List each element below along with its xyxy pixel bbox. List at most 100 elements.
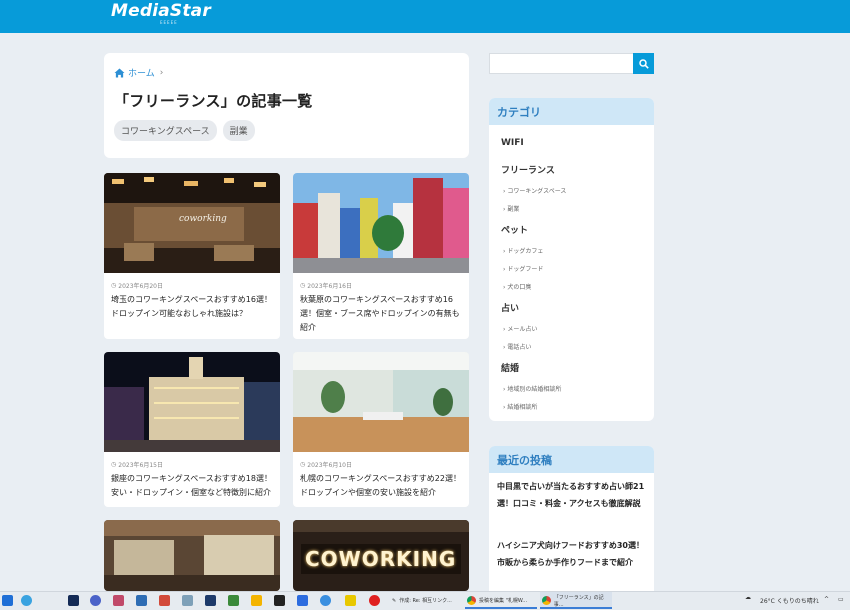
category-dog-cafe-label: ドッグカフェ [507, 248, 544, 255]
category-fortune[interactable]: 占い [501, 301, 519, 314]
article-date-text: 2023年6月15日 [118, 462, 163, 469]
svg-text:coworking: coworking [179, 214, 227, 224]
network-icon[interactable]: ▭ [838, 596, 844, 603]
category-side-job[interactable]: › 副業 [503, 204, 519, 213]
app-icon[interactable] [320, 595, 331, 606]
article-card[interactable]: ◷ 2023年6月10日 札幌のコワーキングスペースおすすめ22選！ドロップインや… [293, 352, 469, 507]
search-taskbar-icon[interactable] [21, 595, 32, 606]
category-regional-agency-label: 地域別の結婚相談所 [507, 386, 562, 393]
category-coworking[interactable]: › コワーキングスペース [503, 186, 566, 195]
clock-icon: ◷ [111, 461, 117, 468]
paint-icon[interactable] [113, 595, 124, 606]
category-widget-title: カテゴリ [489, 98, 654, 125]
app-icon[interactable] [228, 595, 239, 606]
archive-header: ホーム › 「フリーランス」の記事一覧 コワーキングスペース 副業 [104, 53, 469, 158]
mail-icon[interactable] [136, 595, 147, 606]
taskbar-task[interactable]: 投稿を編集 "札幌W... [465, 592, 537, 609]
category-mail-fortune-label: メール占い [507, 326, 538, 333]
taskbar-task-label: 投稿を編集 "札幌W... [479, 598, 528, 604]
article-card[interactable]: ◷ 2023年6月16日 秋葉原のコワーキングスペースおすすめ16選！個室・ブース… [293, 173, 469, 339]
home-icon [114, 67, 125, 78]
category-mail-fortune[interactable]: › メール占い [503, 324, 537, 333]
page-title: 「フリーランス」の記事一覧 [114, 92, 313, 110]
search-button[interactable] [633, 53, 654, 74]
article-date: ◷ 2023年6月15日 [111, 460, 163, 469]
category-dog-food-label: ドッグフード [507, 266, 544, 273]
category-regional-agency[interactable]: › 地域別の結婚相談所 [503, 384, 561, 393]
clock-icon: ◷ [300, 282, 306, 289]
category-freelance[interactable]: フリーランス [501, 163, 555, 176]
app-icon[interactable] [274, 595, 285, 606]
coworking-sign: COWORKING [305, 547, 457, 571]
article-card[interactable]: COWORKING [293, 520, 469, 591]
article-date-text: 2023年6月20日 [118, 283, 163, 290]
clock-icon: ◷ [111, 282, 117, 289]
weather-icon: ☁ [745, 594, 751, 601]
taskbar-task[interactable]: 「フリーランス」の記事... [540, 592, 612, 609]
category-coworking-label: コワーキングスペース [507, 188, 567, 195]
taskbar-task[interactable]: ✎ 作成: Re: 相互リンク... [390, 592, 462, 609]
active-indicator [465, 607, 537, 609]
category-widget: カテゴリ WIFI フリーランス › コワーキングスペース › 副業 ペット ›… [489, 98, 654, 421]
breadcrumb-home-link[interactable]: ホーム [128, 66, 155, 79]
app-icon[interactable] [297, 595, 308, 606]
article-date: ◷ 2023年6月16日 [300, 281, 352, 290]
app-icon[interactable] [159, 595, 170, 606]
category-dog-cafe[interactable]: › ドッグカフェ [503, 246, 543, 255]
app-icon[interactable] [345, 595, 356, 606]
taskbar-task-label: 「フリーランス」の記事... [553, 594, 604, 608]
category-wifi[interactable]: WIFI [501, 138, 524, 148]
search-icon [638, 58, 649, 69]
article-thumbnail[interactable] [293, 352, 469, 452]
article-date-text: 2023年6月16日 [307, 283, 352, 290]
site-logo[interactable]: MediaStar [111, 1, 211, 21]
article-title[interactable]: 札幌のコワーキングスペースおすすめ22選！ドロップインや個室の安い施設を紹介 [300, 472, 463, 500]
breadcrumb: ホーム › [114, 66, 163, 79]
breadcrumb-separator: › [159, 67, 164, 78]
article-thumbnail[interactable] [104, 352, 280, 452]
article-thumbnail[interactable] [104, 520, 280, 591]
article-thumbnail[interactable] [293, 173, 469, 273]
app-icon[interactable] [90, 595, 101, 606]
recent-post-link[interactable]: 中目黒で占いが当たるおすすめ占い師21選！口コミ・料金・アクセスも徹底解説 [497, 478, 647, 512]
article-title[interactable]: 埼玉のコワーキングスペースおすすめ16選！ドロップイン可能なおしゃれ施設は？ [111, 293, 274, 321]
drive-icon[interactable] [251, 595, 262, 606]
category-side-job-label: 副業 [507, 206, 520, 213]
category-dog-food[interactable]: › ドッグフード [503, 264, 543, 273]
taskbar-task-label: 作成: Re: 相互リンク... [399, 598, 452, 604]
article-date-text: 2023年6月10日 [307, 462, 352, 469]
article-thumbnail[interactable]: coworking [104, 173, 280, 273]
site-header: MediaStar EEEEE [0, 0, 850, 33]
article-title[interactable]: 秋葉原のコワーキングスペースおすすめ16選！個室・ブース席やドロップインの有無も… [300, 293, 463, 335]
article-card[interactable]: coworking ◷ 2023年6月20日 埼玉のコワーキングスペースおすすめ1… [104, 173, 280, 339]
tag-coworking[interactable]: コワーキングスペース [114, 120, 217, 141]
category-marriage-agency[interactable]: › 結婚相談所 [503, 402, 537, 411]
tag-list: コワーキングスペース 副業 [114, 120, 255, 141]
chrome-icon [542, 596, 551, 605]
start-icon[interactable] [2, 595, 13, 606]
opera-icon[interactable] [369, 595, 380, 606]
category-phone-fortune-label: 電話占い [507, 344, 532, 351]
chevron-up-icon[interactable]: ^ [824, 596, 829, 603]
tag-side-job[interactable]: 副業 [222, 120, 255, 141]
photoshop-icon[interactable] [68, 595, 79, 606]
search-box [489, 53, 654, 74]
weather-text[interactable]: 26°C くもりのち晴れ [760, 596, 819, 605]
category-dog-breath-label: 犬の口臭 [507, 284, 532, 291]
article-date: ◷ 2023年6月20日 [111, 281, 163, 290]
article-card[interactable]: ◷ 2023年6月15日 銀座のコワーキングスペースおすすめ18選！安い・ドロップ… [104, 352, 280, 507]
recent-posts-widget: 最近の投稿 中目黒で占いが当たるおすすめ占い師21選！口コミ・料金・アクセスも徹… [489, 446, 654, 591]
app-icon[interactable] [182, 595, 193, 606]
article-card[interactable] [104, 520, 280, 591]
category-pet[interactable]: ペット [501, 223, 528, 236]
category-marriage-agency-label: 結婚相談所 [507, 404, 538, 411]
recent-post-link[interactable]: ハイシニア犬向けフードおすすめ30選！市販から柔らか手作りフードまで紹介 [497, 537, 647, 571]
article-title[interactable]: 銀座のコワーキングスペースおすすめ18選！安い・ドロップイン・個室など特徴別に紹… [111, 472, 274, 500]
category-marriage[interactable]: 結婚 [501, 361, 519, 374]
search-input[interactable] [489, 53, 633, 74]
category-dog-breath[interactable]: › 犬の口臭 [503, 282, 531, 291]
app-icon[interactable] [205, 595, 216, 606]
active-indicator [540, 607, 612, 609]
category-phone-fortune[interactable]: › 電話占い [503, 342, 531, 351]
chrome-icon [467, 596, 476, 605]
